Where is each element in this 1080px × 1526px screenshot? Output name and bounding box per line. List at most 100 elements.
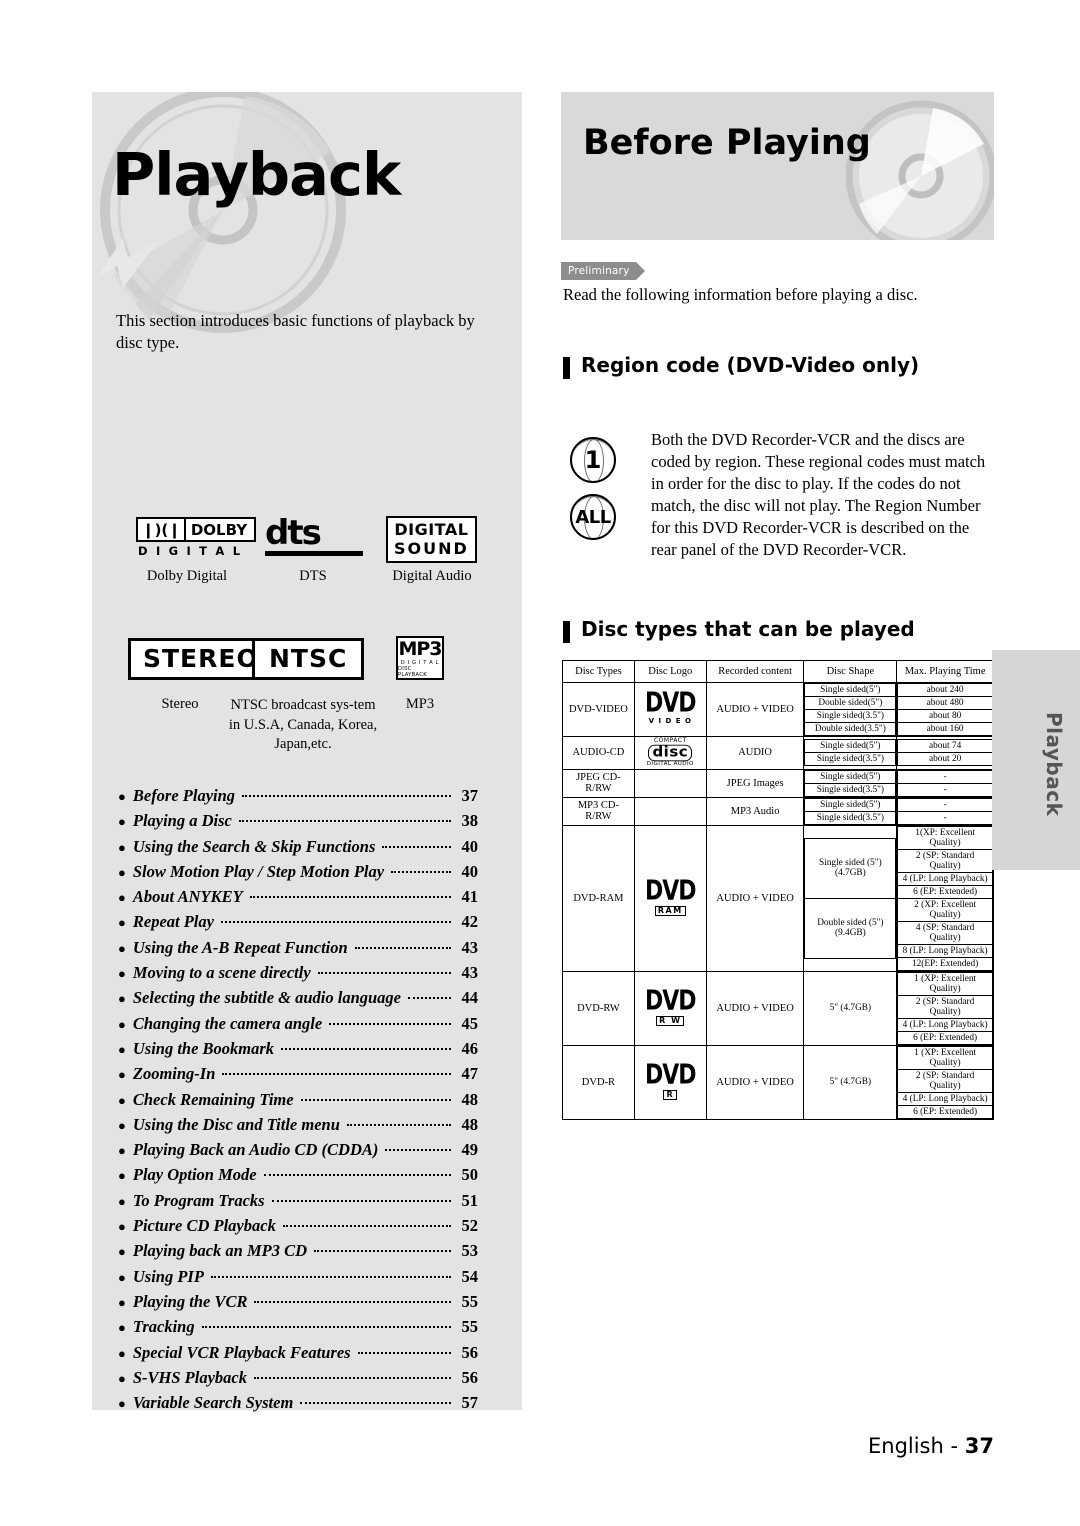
toc-entry[interactable]: ● About ANYKEY 41 bbox=[118, 887, 478, 912]
toc-leader-dots bbox=[317, 972, 451, 975]
toc-entry[interactable]: ● Playing back an MP3 CD 53 bbox=[118, 1241, 478, 1266]
max-playing-time-cell: -- bbox=[896, 796, 994, 826]
toc-entry[interactable]: ● Using the A-B Repeat Function 43 bbox=[118, 938, 478, 963]
toc-entry[interactable]: ● Picture CD Playback 52 bbox=[118, 1216, 478, 1241]
logo-caption-dolby: Dolby Digital bbox=[146, 568, 228, 584]
nested-cell: Single sided(5") bbox=[804, 683, 897, 697]
toc-entry[interactable]: ● Using the Bookmark 46 bbox=[118, 1039, 478, 1064]
bullet-icon: ● bbox=[118, 1117, 126, 1133]
toc-entry[interactable]: ● Using the Search & Skip Functions 40 bbox=[118, 837, 478, 862]
nested-cell: - bbox=[897, 782, 993, 797]
toc-entry[interactable]: ● Slow Motion Play / Step Motion Play 40 bbox=[118, 862, 478, 887]
toc-entry-label: Play Option Mode bbox=[132, 1165, 257, 1185]
toc-entry[interactable]: ● Selecting the subtitle & audio language… bbox=[118, 988, 478, 1013]
disc-types-table-header: Disc Types Disc Logo Recorded content Disc … bbox=[562, 660, 994, 683]
table-column-header: Disc Shape bbox=[803, 660, 898, 683]
toc-entry[interactable]: ● Check Remaining Time 48 bbox=[118, 1090, 478, 1115]
nested-cell: Single sided(5") bbox=[804, 769, 897, 784]
disc-shape-cell: Single sided(5") Single sided(3.5") bbox=[803, 768, 898, 798]
table-column-header: Disc Logo bbox=[633, 660, 707, 683]
toc-entry[interactable]: ● Playing a Disc 38 bbox=[118, 811, 478, 836]
toc-entry[interactable]: ● Special VCR Playback Features 56 bbox=[118, 1343, 478, 1368]
toc-leader-dots bbox=[210, 1275, 451, 1278]
disc-logo-cell bbox=[633, 796, 707, 826]
table-column-header: Recorded content bbox=[705, 660, 805, 683]
section-header-banner bbox=[561, 92, 994, 240]
toc-leader-dots bbox=[300, 1402, 451, 1405]
bullet-icon: ● bbox=[118, 1168, 126, 1184]
bullet-icon: ● bbox=[118, 1041, 126, 1057]
toc-entry-label: Zooming-In bbox=[132, 1064, 216, 1084]
table-column-header: Max. Playing Time bbox=[896, 660, 994, 683]
toc-entry-page: 41 bbox=[461, 887, 479, 907]
toc-leader-dots bbox=[346, 1123, 451, 1126]
nested-cell: Single sided(5") bbox=[804, 739, 897, 754]
section-heading-region-code-label: Region code (DVD-Video only) bbox=[581, 353, 920, 377]
nested-cell: 1 (XP: Excellent Quality) bbox=[897, 1045, 993, 1070]
compact-disc-digital-audio-logo: COMPACT disc DIGITAL AUDIO bbox=[646, 737, 694, 768]
nested-cell: about 74 bbox=[897, 739, 993, 754]
nested-list: 1 (XP: Excellent Quality) 2 (SP: Standard… bbox=[897, 971, 993, 1045]
toc-entry[interactable]: ● Changing the camera angle 45 bbox=[118, 1014, 478, 1039]
table-header-row: Disc Types Disc Logo Recorded content Disc … bbox=[562, 660, 994, 683]
toc-leader-dots bbox=[300, 1098, 451, 1101]
nested-cell: 2 (XP: Excellent Quality) bbox=[897, 897, 993, 922]
toc-entry[interactable]: ● Playing Back an Audio CD (CDDA) 49 bbox=[118, 1140, 478, 1165]
toc-entry[interactable]: ● Using the Disc and Title menu 48 bbox=[118, 1115, 478, 1140]
toc-entry-page: 51 bbox=[461, 1190, 479, 1210]
nested-list: -- bbox=[897, 769, 993, 797]
toc-entry[interactable]: ● Playing the VCR 55 bbox=[118, 1292, 478, 1317]
toc-leader-dots bbox=[249, 896, 451, 899]
nested-cell: Double sided (5") (9.4GB) bbox=[804, 897, 897, 959]
toc-entry-page: 48 bbox=[461, 1114, 479, 1134]
disc-logo-cell: COMPACT disc DIGITAL AUDIO bbox=[633, 736, 707, 770]
toc-leader-dots bbox=[357, 1351, 451, 1354]
toc-entry[interactable]: ● Using PIP 54 bbox=[118, 1267, 478, 1292]
toc-entry[interactable]: ● Tracking 55 bbox=[118, 1317, 478, 1342]
disc-shape-cell: 5" (4.7GB) bbox=[803, 970, 898, 1046]
dolby-digital-icon: ❙)(❙ DOLBY D I G I T A L bbox=[136, 517, 257, 558]
toc-entry-label: Playing the VCR bbox=[132, 1291, 248, 1311]
toc-entry-label: About ANYKEY bbox=[132, 887, 243, 907]
table-row: DVD-RW DVD R W AUDIO + VIDEO 5" (4.7GB) 1 (XP… bbox=[562, 970, 994, 1046]
toc-entry[interactable]: ● Play Option Mode 50 bbox=[118, 1165, 478, 1190]
nested-cell: 1 (XP: Excellent Quality) bbox=[897, 971, 993, 996]
decorative-disc-graphic-right bbox=[845, 100, 994, 240]
max-playing-time-cell: about 240 about 480 about 80 about 160 bbox=[896, 682, 994, 737]
toc-entry[interactable]: ● S-VHS Playback 56 bbox=[118, 1368, 478, 1393]
toc-leader-dots bbox=[314, 1250, 451, 1253]
toc-entry[interactable]: ● To Program Tracks 51 bbox=[118, 1191, 478, 1216]
toc-entry-label: Playing back an MP3 CD bbox=[132, 1241, 308, 1261]
toc-entry[interactable]: ● Before Playing 37 bbox=[118, 786, 478, 811]
ntsc-icon: NTSC bbox=[252, 638, 365, 680]
toc-entry[interactable]: ● Variable Search System 57 bbox=[118, 1393, 478, 1418]
toc-leader-dots bbox=[238, 820, 451, 823]
toc-entry[interactable]: ● Moving to a scene directly 43 bbox=[118, 963, 478, 988]
nested-list: Single sided(5") Double sided(5") Single s… bbox=[804, 683, 897, 736]
toc-leader-dots bbox=[391, 870, 451, 873]
bullet-icon: ● bbox=[118, 1092, 126, 1108]
toc-entry-label: Using the Disc and Title menu bbox=[132, 1114, 340, 1134]
bullet-icon: ● bbox=[118, 1016, 126, 1032]
toc-entry-page: 47 bbox=[461, 1064, 479, 1084]
bullet-icon: ● bbox=[118, 1193, 126, 1209]
disc-logo-cell: DVD R W bbox=[633, 970, 707, 1046]
disc-type-cell: MP3 CD- R/RW bbox=[562, 796, 635, 826]
nested-list: about 74 about 20 bbox=[897, 739, 993, 767]
recorded-content-cell: AUDIO + VIDEO bbox=[705, 970, 805, 1046]
toc-entry[interactable]: ● Repeat Play 42 bbox=[118, 912, 478, 937]
toc-leader-dots bbox=[385, 1149, 451, 1152]
toc-entry-label: Selecting the subtitle & audio language bbox=[132, 988, 402, 1008]
logo-caption-mp3: MP3 bbox=[405, 696, 435, 712]
bullet-icon: ● bbox=[118, 1396, 126, 1412]
toc-entry[interactable]: ● Zooming-In 47 bbox=[118, 1064, 478, 1089]
digital-sound-line2: SOUND bbox=[394, 539, 469, 558]
toc-entry-label: Using the Bookmark bbox=[132, 1038, 275, 1058]
side-tab-label: Playback bbox=[1042, 712, 1066, 817]
toc-leader-dots bbox=[271, 1199, 451, 1202]
nested-cell: about 80 bbox=[897, 709, 993, 723]
max-playing-time-cell: 1 (XP: Excellent Quality) 2 (SP: Standard… bbox=[896, 1044, 994, 1120]
toc-leader-dots bbox=[382, 845, 451, 848]
nested-cell: about 480 bbox=[897, 696, 993, 710]
chapter-title: Playback bbox=[112, 140, 401, 209]
